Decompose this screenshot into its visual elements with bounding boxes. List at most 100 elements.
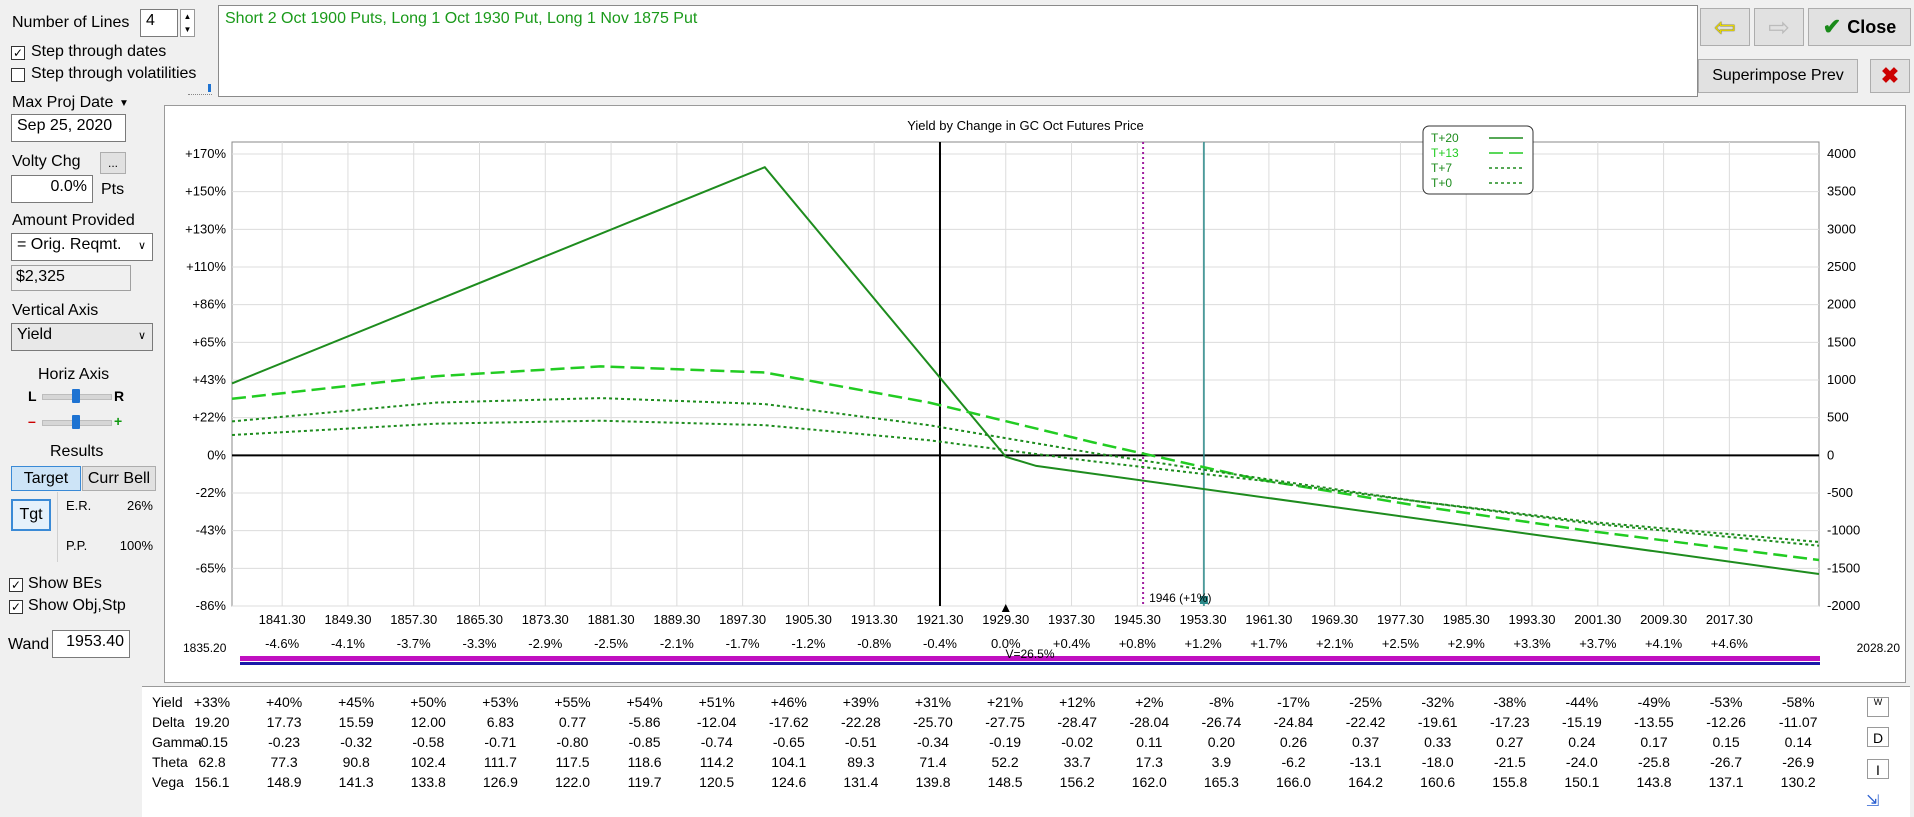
table-cell: 15.59 xyxy=(338,714,374,730)
table-row-label: Yield xyxy=(152,694,183,710)
table-cell: +33% xyxy=(193,694,231,710)
prev-button[interactable]: ⇦ xyxy=(1700,8,1750,46)
chevron-down-icon: ∨ xyxy=(137,240,146,252)
export-icon[interactable]: ⇲ xyxy=(1866,791,1888,811)
be-annotation: 1946 (+1%) xyxy=(1149,591,1211,605)
range-bar-base xyxy=(240,662,1820,665)
table-cell: 166.0 xyxy=(1275,774,1312,790)
volty-chg-input[interactable]: 0.0% xyxy=(11,175,93,203)
x-pct-tick-label: +3.3% xyxy=(1513,636,1551,651)
zoom-plus-label: + xyxy=(114,413,123,429)
table-cell: +54% xyxy=(626,694,663,710)
table-cell: -6.2 xyxy=(1281,754,1306,770)
step-vols-checkbox[interactable] xyxy=(11,68,25,82)
table-cell: -11.07 xyxy=(1778,714,1818,730)
table-cell: -22.42 xyxy=(1345,714,1386,730)
pp-label: P.P. xyxy=(66,538,88,553)
show-obj-checkbox[interactable]: ✓ xyxy=(9,600,23,614)
x-tick-label: 1961.30 xyxy=(1245,612,1292,627)
remove-button[interactable]: ✖ xyxy=(1870,59,1910,93)
table-cell: 0.17 xyxy=(1640,734,1668,750)
vol-step-slider[interactable] xyxy=(188,84,212,98)
show-bes-label: Show BEs xyxy=(28,575,102,592)
spin-up-icon[interactable]: ▲ xyxy=(181,10,194,23)
x-tick-label: 1977.30 xyxy=(1377,612,1424,627)
y-tick-label: +65% xyxy=(192,334,226,349)
table-cell: 122.0 xyxy=(554,774,591,790)
max-proj-dropdown-icon[interactable]: ▼ xyxy=(119,98,129,109)
number-of-lines-input[interactable]: 4 xyxy=(140,9,178,37)
x-pct-tick-label: -0.4% xyxy=(923,636,957,651)
table-cell: 0.24 xyxy=(1568,734,1596,750)
table-cell: 141.3 xyxy=(338,774,374,790)
side-button-i[interactable]: I xyxy=(1867,759,1889,779)
horiz-range-thumb[interactable] xyxy=(72,389,80,403)
x-tick-label: 1897.30 xyxy=(719,612,766,627)
show-obj-label: Show Obj,Stp xyxy=(28,597,126,614)
y-tick-label: +130% xyxy=(185,221,226,236)
table-cell: +39% xyxy=(842,694,879,710)
amount-provided-select[interactable]: = Orig. Reqmt. ∨ xyxy=(11,233,153,261)
vertical-axis-select[interactable]: Yield ∨ xyxy=(11,323,153,351)
tab-target[interactable]: Target xyxy=(11,466,81,491)
table-cell: +40% xyxy=(265,694,303,710)
table-cell: 0.33 xyxy=(1424,734,1452,750)
table-cell: -0.58 xyxy=(412,734,445,750)
horiz-axis-left-label: L xyxy=(28,388,37,404)
tab-curr-bell[interactable]: Curr Bell xyxy=(82,466,156,491)
table-cell: 89.3 xyxy=(847,754,875,770)
superimpose-prev-button[interactable]: Superimpose Prev xyxy=(1698,59,1858,93)
yield-chart[interactable]: Yield by Change in GC Oct Futures Price +… xyxy=(164,105,1906,683)
step-dates-checkbox[interactable]: ✓ xyxy=(11,46,25,60)
volty-options-button[interactable]: ... xyxy=(100,152,126,174)
horiz-zoom-thumb[interactable] xyxy=(72,415,80,429)
y-tick-label: -43% xyxy=(196,523,227,538)
wand-input[interactable]: 1953.40 xyxy=(52,630,130,658)
table-cell: +45% xyxy=(338,694,375,710)
table-cell: +55% xyxy=(554,694,591,710)
table-cell: 114.2 xyxy=(699,754,734,770)
table-cell: -28.04 xyxy=(1129,714,1170,730)
next-button[interactable]: ⇨ xyxy=(1754,8,1804,46)
table-row-label: Delta xyxy=(152,714,185,730)
close-button[interactable]: ✔ Close xyxy=(1808,8,1911,46)
table-cell: -25.70 xyxy=(913,714,953,730)
x-pct-tick-label: +4.6% xyxy=(1711,636,1749,651)
lines-spinner[interactable]: ▲ ▼ xyxy=(180,9,195,37)
x-pct-tick-label: -4.1% xyxy=(331,636,365,651)
x-pct-tick-label: +0.8% xyxy=(1119,636,1157,651)
table-cell: 118.6 xyxy=(627,754,662,770)
y-tick-label: +22% xyxy=(192,410,226,425)
max-proj-date-label[interactable]: Max Proj Date xyxy=(12,94,113,112)
number-of-lines-label: Number of Lines xyxy=(12,14,130,31)
x-tick-label: 1913.30 xyxy=(851,612,898,627)
x-pct-tick-label: -0.8% xyxy=(857,636,891,651)
vertical-axis-label: Vertical Axis xyxy=(12,302,99,319)
x-tick-label: 1873.30 xyxy=(522,612,569,627)
y-tick-label: -22% xyxy=(196,485,227,500)
side-button-w[interactable]: W xyxy=(1867,697,1889,717)
chart-svg[interactable]: Yield by Change in GC Oct Futures Price +… xyxy=(165,106,1907,684)
x-tick-label: 2009.30 xyxy=(1640,612,1687,627)
x-pct-tick-label: +2.9% xyxy=(1448,636,1486,651)
table-cell: 119.7 xyxy=(627,774,662,790)
pp-value: 100% xyxy=(119,538,153,553)
results-label: Results xyxy=(50,443,104,460)
show-bes-checkbox[interactable]: ✓ xyxy=(9,578,23,592)
table-cell: 33.7 xyxy=(1063,754,1091,770)
table-cell: 0.20 xyxy=(1207,734,1236,750)
amount-provided-label: Amount Provided xyxy=(12,212,135,229)
position-description[interactable]: Short 2 Oct 1900 Puts, Long 1 Oct 1930 P… xyxy=(218,5,1698,97)
x-tick-label: 1993.30 xyxy=(1509,612,1556,627)
table-cell: -0.23 xyxy=(268,734,301,750)
x-tick-label: 1929.30 xyxy=(982,612,1029,627)
table-cell: 0.77 xyxy=(558,714,587,730)
spin-down-icon[interactable]: ▼ xyxy=(181,23,194,36)
side-button-d[interactable]: D xyxy=(1867,727,1889,747)
y2-tick-label: 3500 xyxy=(1827,184,1856,199)
table-cell: 155.8 xyxy=(1492,774,1528,790)
table-cell: -8% xyxy=(1208,694,1234,710)
max-proj-date-input[interactable]: Sep 25, 2020 xyxy=(11,114,126,142)
tgt-button[interactable]: Tgt xyxy=(11,499,51,531)
side-button-w-label: W xyxy=(1873,697,1883,707)
